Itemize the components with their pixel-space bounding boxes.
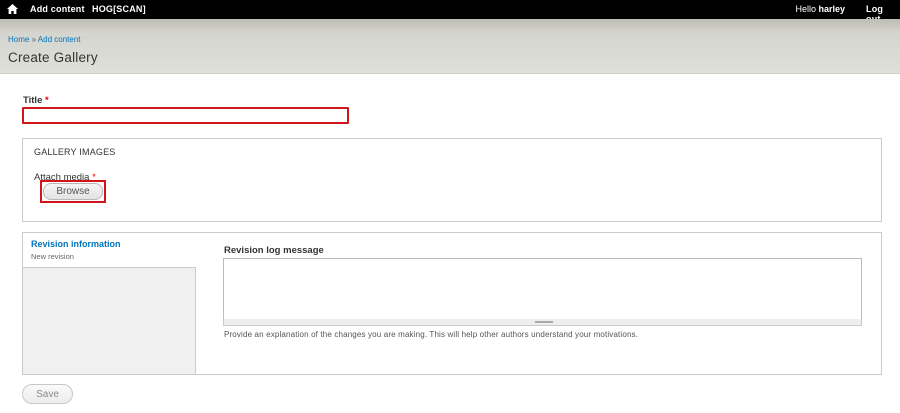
breadcrumb-home-link[interactable]: Home <box>8 35 29 44</box>
title-input[interactable] <box>22 107 349 124</box>
title-label-text: Title <box>23 95 43 106</box>
breadcrumb: Home » Add content <box>8 35 81 44</box>
gallery-images-fieldset: GALLERY IMAGES Attach media * Browse <box>22 138 882 222</box>
save-button[interactable]: Save <box>22 384 73 404</box>
revision-log-textarea[interactable] <box>223 258 862 321</box>
textarea-resize-grippie[interactable] <box>223 319 862 326</box>
page-title: Create Gallery <box>8 50 98 65</box>
toolbar-add-content-link[interactable]: Add content <box>30 4 85 14</box>
revision-panel: Revision information New revision Revisi… <box>22 232 882 375</box>
revision-log-label: Revision log message <box>224 245 324 256</box>
vertical-tab-revision-information[interactable]: Revision information New revision <box>23 233 196 267</box>
vertical-tabs: Revision information New revision <box>23 233 196 374</box>
title-label: Title * <box>23 95 49 106</box>
title-required-marker: * <box>45 95 49 106</box>
vertical-tab-summary: New revision <box>31 252 74 261</box>
revision-log-description: Provide an explanation of the changes yo… <box>224 330 639 339</box>
vertical-tabs-empty-area <box>23 267 196 374</box>
home-icon[interactable] <box>6 3 19 15</box>
username: harley <box>818 4 845 14</box>
greeting-text: Hello <box>795 4 819 14</box>
grippie-handle[interactable] <box>535 321 553 323</box>
browse-button[interactable]: Browse <box>43 183 103 200</box>
browse-button-error-outline: Browse <box>40 180 106 203</box>
page-header: Home » Add content Create Gallery <box>0 19 900 74</box>
toolbar-hog-scan-link[interactable]: HOG[SCAN] <box>92 4 146 14</box>
breadcrumb-separator: » <box>29 35 38 44</box>
gallery-images-legend: GALLERY IMAGES <box>34 147 116 157</box>
breadcrumb-add-content-link[interactable]: Add content <box>38 35 81 44</box>
vertical-tab-title[interactable]: Revision information <box>31 239 121 249</box>
user-greeting: Hello harley <box>795 4 845 14</box>
admin-toolbar: Add content HOG[SCAN] Hello harley Log o… <box>0 0 900 24</box>
